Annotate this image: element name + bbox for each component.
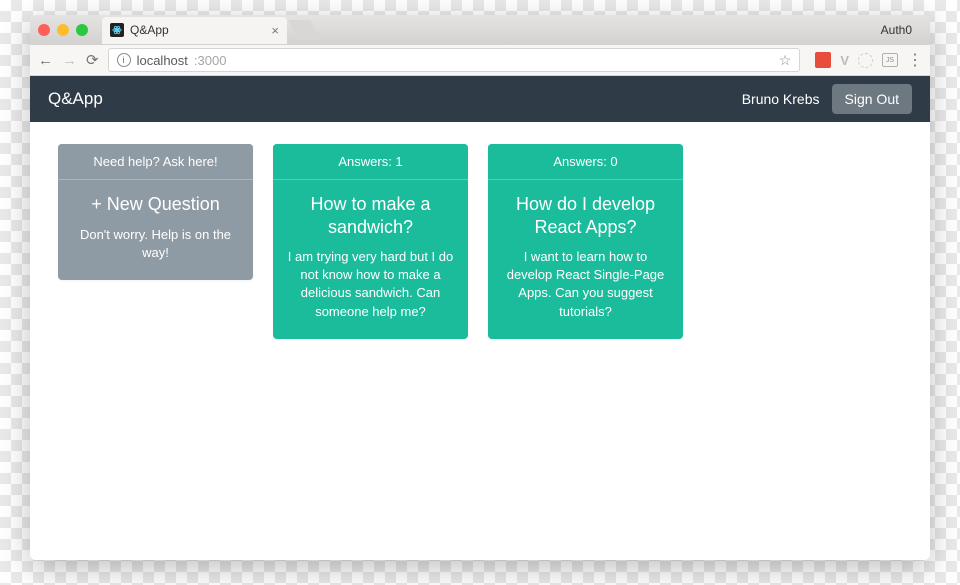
card-title: + New Question [72,193,239,216]
new-question-card[interactable]: Need help? Ask here! + New Question Don'… [58,144,253,280]
close-tab-icon[interactable]: × [271,24,279,37]
reload-button[interactable]: ⟳ [86,51,99,69]
close-window-button[interactable] [38,24,50,36]
question-title: How to make a sandwich? [287,193,454,238]
brand-title[interactable]: Q&App [48,89,103,109]
maximize-window-button[interactable] [76,24,88,36]
card-header: Need help? Ask here! [58,144,253,180]
extension-icon[interactable] [858,53,873,68]
url-port: :3000 [194,53,227,68]
bookmark-star-icon[interactable]: ☆ [779,52,792,69]
extension-icons: V JS ⋮ [815,50,922,70]
url-host: localhost [137,53,188,68]
browser-profile-label[interactable]: Auth0 [881,23,912,37]
address-bar[interactable]: i localhost :3000 ☆ [108,48,801,72]
cards-container: Need help? Ask here! + New Question Don'… [30,122,930,361]
tab-title: Q&App [130,23,169,37]
browser-tab[interactable]: Q&App × [102,17,287,44]
vue-devtools-icon[interactable]: V [840,53,849,68]
page-viewport: Q&App Bruno Krebs Sign Out Need help? As… [30,76,930,560]
app-navbar: Q&App Bruno Krebs Sign Out [30,76,930,122]
sign-out-button[interactable]: Sign Out [832,84,912,114]
answers-count-label: Answers: 0 [488,144,683,180]
extension-icon[interactable]: JS [882,53,898,67]
menu-dots-icon[interactable]: ⋮ [907,50,922,70]
user-name-label: Bruno Krebs [742,91,820,107]
question-text: I want to learn how to develop React Sin… [502,248,669,321]
minimize-window-button[interactable] [57,24,69,36]
back-button[interactable]: ← [38,52,53,69]
question-card[interactable]: Answers: 0 How do I develop React Apps? … [488,144,683,339]
forward-button[interactable]: → [62,52,77,69]
question-card[interactable]: Answers: 1 How to make a sandwich? I am … [273,144,468,339]
browser-window: Q&App × Auth0 ← → ⟳ i localhost :3000 ☆ V… [30,15,930,560]
question-title: How do I develop React Apps? [502,193,669,238]
react-favicon-icon [110,23,124,37]
new-tab-button[interactable] [288,20,319,40]
extension-icon[interactable] [815,52,831,68]
browser-tab-bar: Q&App × Auth0 [30,15,930,45]
browser-toolbar: ← → ⟳ i localhost :3000 ☆ V JS ⋮ [30,45,930,76]
card-text: Don't worry. Help is on the way! [72,226,239,262]
answers-count-label: Answers: 1 [273,144,468,180]
site-info-icon[interactable]: i [117,53,131,67]
question-text: I am trying very hard but I do not know … [287,248,454,321]
window-controls [38,24,88,36]
